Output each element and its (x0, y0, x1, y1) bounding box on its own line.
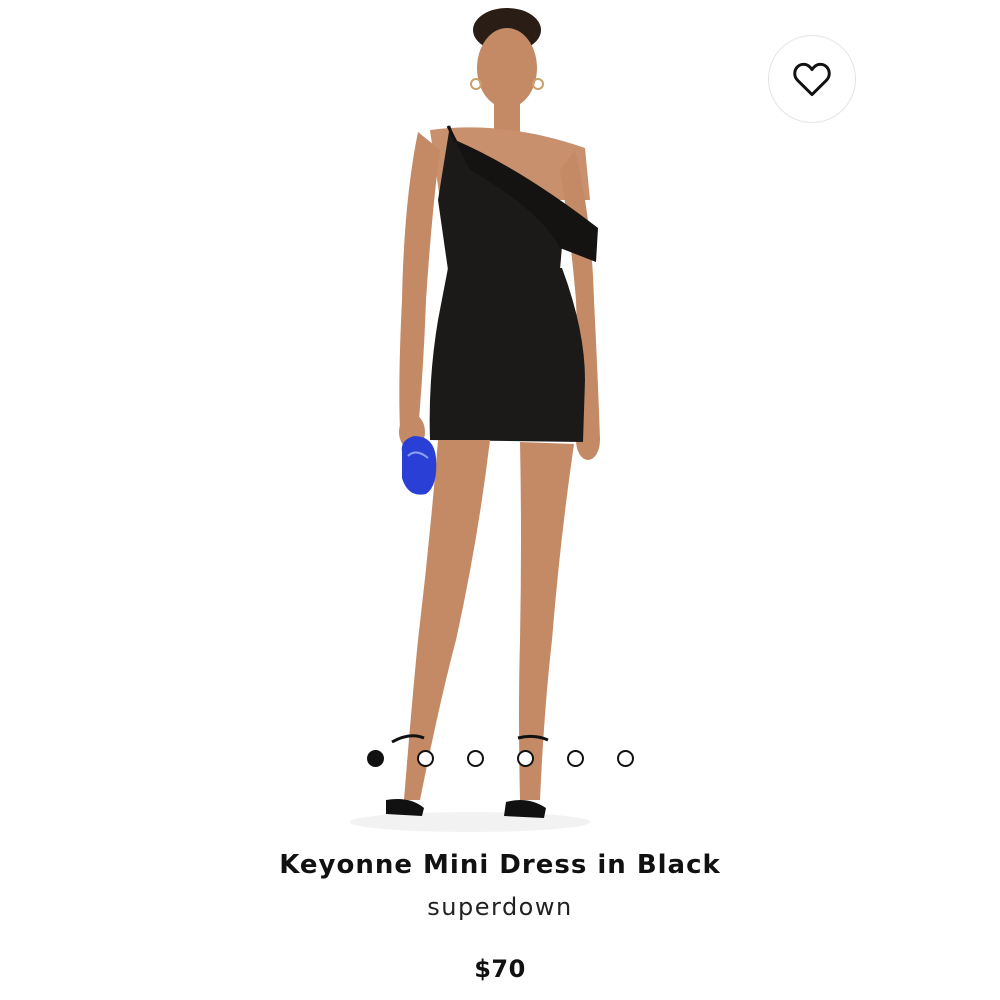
brand-link[interactable]: superdown (0, 893, 1000, 921)
image-carousel-dots (0, 749, 1000, 767)
product-title: Keyonne Mini Dress in Black (279, 850, 721, 880)
carousel-dot-4[interactable] (516, 749, 534, 767)
carousel-dot-1[interactable] (366, 749, 384, 767)
wishlist-button[interactable] (768, 35, 856, 123)
carousel-dot-3[interactable] (466, 749, 484, 767)
product-image[interactable] (0, 0, 1000, 840)
carousel-dot-2[interactable] (416, 749, 434, 767)
product-page: Keyonne Mini Dress in Black superdown $7… (0, 0, 1000, 1000)
model-photo (350, 8, 600, 832)
product-price: $70 (474, 955, 526, 983)
carousel-dot-6[interactable] (616, 749, 634, 767)
carousel-dot-5[interactable] (566, 749, 584, 767)
heart-outline-icon (793, 62, 831, 97)
